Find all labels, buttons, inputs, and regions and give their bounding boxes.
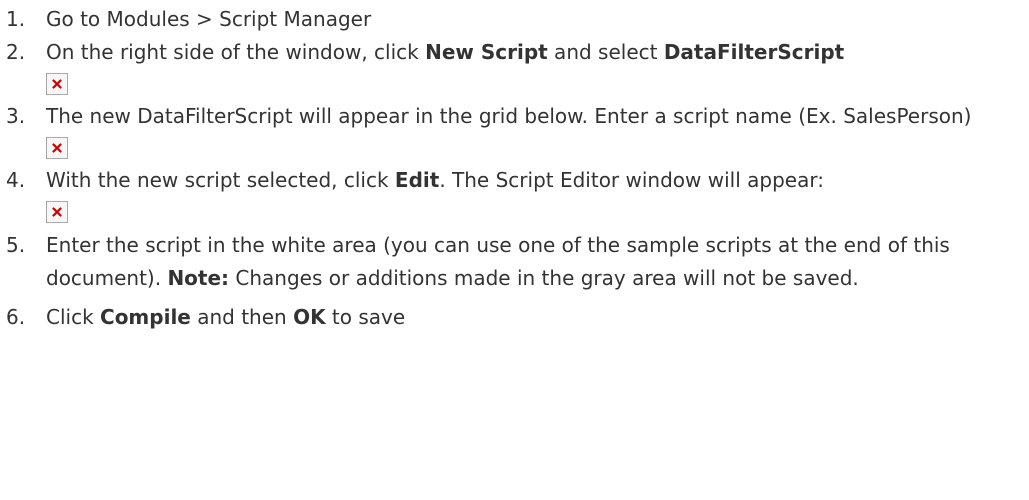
- new-script-emphasis: New Script: [425, 40, 548, 64]
- step-text: With the new script selected, click Edit…: [46, 168, 824, 192]
- step-text-part: Click: [46, 305, 101, 329]
- step-number: 4.: [6, 168, 26, 192]
- step-text: The new DataFilterScript will appear in …: [46, 104, 971, 128]
- step-text-part: and select: [547, 40, 664, 64]
- step-text-part: and then: [190, 305, 294, 329]
- step-text-part: Go to Modules > Script Manager: [46, 7, 372, 31]
- step-3: 3. The new DataFilterScript will appear …: [0, 100, 1029, 159]
- broken-image-icon: [46, 201, 68, 223]
- step-5: 5. Enter the script in the white area (y…: [0, 229, 1029, 295]
- step-text-part: to save: [325, 305, 406, 329]
- step-text: On the right side of the window, click N…: [46, 40, 844, 64]
- step-text-part: The new DataFilterScript will appear in …: [46, 104, 972, 128]
- datafilterscript-emphasis: DataFilterScript: [663, 40, 845, 64]
- step-number: 6.: [6, 305, 26, 329]
- step-number: 1.: [6, 7, 26, 31]
- instruction-steps-list: 1. Go to Modules > Script Manager 2. On …: [0, 3, 1029, 334]
- broken-image-icon: [46, 73, 68, 95]
- step-text: Go to Modules > Script Manager: [46, 7, 371, 31]
- step-6: 6. Click Compile and then OK to save: [0, 301, 1029, 334]
- compile-emphasis: Compile: [100, 305, 191, 329]
- step-1: 1. Go to Modules > Script Manager: [0, 3, 1029, 36]
- step-4: 4. With the new script selected, click E…: [0, 164, 1029, 223]
- step-text-part: With the new script selected, click: [46, 168, 395, 192]
- step-text-part: . The Script Editor window will appear:: [439, 168, 824, 192]
- ok-emphasis: OK: [293, 305, 326, 329]
- step-2: 2. On the right side of the window, clic…: [0, 36, 1029, 95]
- step-text: Click Compile and then OK to save: [46, 305, 405, 329]
- step-number: 5.: [6, 233, 26, 257]
- step-number: 3.: [6, 104, 26, 128]
- broken-image-icon: [46, 137, 68, 159]
- step-text-part: On the right side of the window, click: [46, 40, 426, 64]
- step-text-part: Changes or additions made in the gray ar…: [229, 266, 859, 290]
- note-label: Note:: [167, 266, 230, 290]
- edit-emphasis: Edit: [394, 168, 440, 192]
- step-text: Enter the script in the white area (you …: [46, 233, 950, 290]
- step-number: 2.: [6, 40, 26, 64]
